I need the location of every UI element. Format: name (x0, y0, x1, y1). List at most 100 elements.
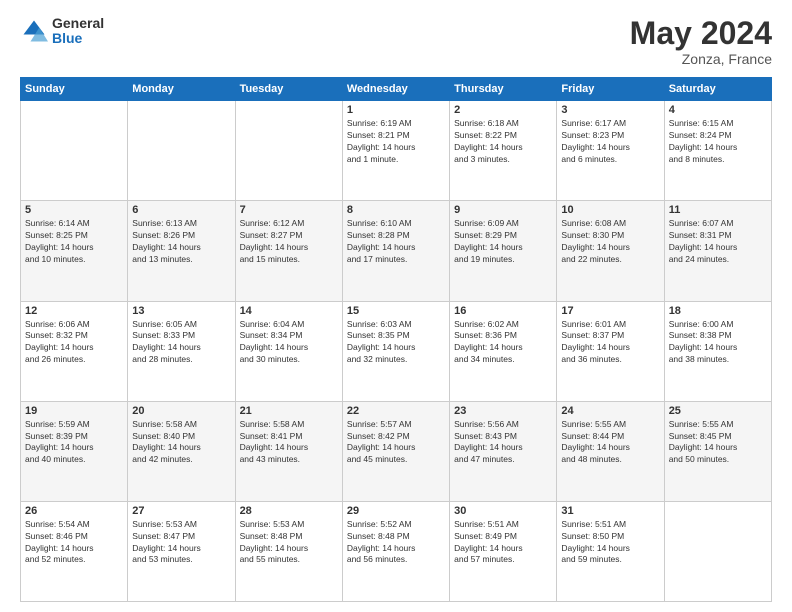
day-info: Sunrise: 6:09 AM Sunset: 8:29 PM Dayligh… (454, 218, 552, 266)
day-number: 16 (454, 305, 552, 317)
calendar-cell: 30 Sunrise: 5:51 AM Sunset: 8:49 PM Dayli… (450, 501, 557, 601)
page: General Blue May 2024 Zonza, France Sund… (0, 0, 792, 612)
calendar-cell: 11 Sunrise: 6:07 AM Sunset: 8:31 PM Dayli… (664, 201, 771, 301)
day-number: 21 (240, 405, 338, 417)
calendar-cell: 15 Sunrise: 6:03 AM Sunset: 8:35 PM Dayli… (342, 301, 449, 401)
day-info: Sunrise: 5:57 AM Sunset: 8:42 PM Dayligh… (347, 419, 445, 467)
day-number: 30 (454, 505, 552, 517)
calendar: SundayMondayTuesdayWednesdayThursdayFrid… (20, 77, 772, 602)
calendar-cell: 20 Sunrise: 5:58 AM Sunset: 8:40 PM Dayli… (128, 401, 235, 501)
day-info: Sunrise: 5:51 AM Sunset: 8:49 PM Dayligh… (454, 519, 552, 567)
day-number: 15 (347, 305, 445, 317)
calendar-header-saturday: Saturday (664, 78, 771, 101)
day-number: 18 (669, 305, 767, 317)
calendar-cell (235, 101, 342, 201)
day-info: Sunrise: 6:00 AM Sunset: 8:38 PM Dayligh… (669, 319, 767, 367)
calendar-cell: 10 Sunrise: 6:08 AM Sunset: 8:30 PM Dayli… (557, 201, 664, 301)
calendar-cell (664, 501, 771, 601)
logo-text: General Blue (52, 16, 104, 47)
day-number: 9 (454, 204, 552, 216)
calendar-header-wednesday: Wednesday (342, 78, 449, 101)
calendar-cell: 17 Sunrise: 6:01 AM Sunset: 8:37 PM Dayli… (557, 301, 664, 401)
calendar-cell: 6Sunrise: 6:13 AM Sunset: 8:26 PM Daylig… (128, 201, 235, 301)
calendar-cell: 4 Sunrise: 6:15 AM Sunset: 8:24 PM Daylig… (664, 101, 771, 201)
logo: General Blue (20, 16, 104, 47)
logo-icon (20, 17, 48, 45)
day-info: Sunrise: 6:18 AM Sunset: 8:22 PM Dayligh… (454, 118, 552, 166)
day-info: Sunrise: 6:06 AM Sunset: 8:32 PM Dayligh… (25, 319, 123, 367)
day-number: 22 (347, 405, 445, 417)
day-info: Sunrise: 6:03 AM Sunset: 8:35 PM Dayligh… (347, 319, 445, 367)
calendar-cell: 16 Sunrise: 6:02 AM Sunset: 8:36 PM Dayli… (450, 301, 557, 401)
day-number: 29 (347, 505, 445, 517)
calendar-cell: 2Sunrise: 6:18 AM Sunset: 8:22 PM Daylig… (450, 101, 557, 201)
day-info: Sunrise: 5:54 AM Sunset: 8:46 PM Dayligh… (25, 519, 123, 567)
day-info: Sunrise: 6:14 AM Sunset: 8:25 PM Dayligh… (25, 218, 123, 266)
day-info: Sunrise: 6:08 AM Sunset: 8:30 PM Dayligh… (561, 218, 659, 266)
month-year: May 2024 (630, 16, 772, 51)
calendar-cell: 18 Sunrise: 6:00 AM Sunset: 8:38 PM Dayli… (664, 301, 771, 401)
calendar-cell: 23Sunrise: 5:56 AM Sunset: 8:43 PM Dayli… (450, 401, 557, 501)
day-info: Sunrise: 5:53 AM Sunset: 8:47 PM Dayligh… (132, 519, 230, 567)
calendar-cell: 5 Sunrise: 6:14 AM Sunset: 8:25 PM Daylig… (21, 201, 128, 301)
calendar-cell: 21 Sunrise: 5:58 AM Sunset: 8:41 PM Dayli… (235, 401, 342, 501)
day-info: Sunrise: 5:55 AM Sunset: 8:44 PM Dayligh… (561, 419, 659, 467)
day-number: 8 (347, 204, 445, 216)
calendar-cell: 31Sunrise: 5:51 AM Sunset: 8:50 PM Dayli… (557, 501, 664, 601)
calendar-cell: 28Sunrise: 5:53 AM Sunset: 8:48 PM Dayli… (235, 501, 342, 601)
day-info: Sunrise: 6:05 AM Sunset: 8:33 PM Dayligh… (132, 319, 230, 367)
day-info: Sunrise: 6:07 AM Sunset: 8:31 PM Dayligh… (669, 218, 767, 266)
calendar-header-monday: Monday (128, 78, 235, 101)
calendar-cell: 14Sunrise: 6:04 AM Sunset: 8:34 PM Dayli… (235, 301, 342, 401)
calendar-cell: 29 Sunrise: 5:52 AM Sunset: 8:48 PM Dayli… (342, 501, 449, 601)
day-info: Sunrise: 5:51 AM Sunset: 8:50 PM Dayligh… (561, 519, 659, 567)
calendar-cell: 13 Sunrise: 6:05 AM Sunset: 8:33 PM Dayli… (128, 301, 235, 401)
day-info: Sunrise: 5:52 AM Sunset: 8:48 PM Dayligh… (347, 519, 445, 567)
day-number: 13 (132, 305, 230, 317)
day-info: Sunrise: 6:12 AM Sunset: 8:27 PM Dayligh… (240, 218, 338, 266)
calendar-cell: 22 Sunrise: 5:57 AM Sunset: 8:42 PM Dayli… (342, 401, 449, 501)
day-info: Sunrise: 5:55 AM Sunset: 8:45 PM Dayligh… (669, 419, 767, 467)
calendar-cell: 8 Sunrise: 6:10 AM Sunset: 8:28 PM Daylig… (342, 201, 449, 301)
logo-general: General (52, 16, 104, 31)
calendar-cell: 1Sunrise: 6:19 AM Sunset: 8:21 PM Daylig… (342, 101, 449, 201)
day-info: Sunrise: 5:59 AM Sunset: 8:39 PM Dayligh… (25, 419, 123, 467)
calendar-header-row: SundayMondayTuesdayWednesdayThursdayFrid… (21, 78, 772, 101)
day-info: Sunrise: 6:10 AM Sunset: 8:28 PM Dayligh… (347, 218, 445, 266)
day-number: 20 (132, 405, 230, 417)
day-number: 11 (669, 204, 767, 216)
calendar-week-row: 12Sunrise: 6:06 AM Sunset: 8:32 PM Dayli… (21, 301, 772, 401)
day-info: Sunrise: 6:01 AM Sunset: 8:37 PM Dayligh… (561, 319, 659, 367)
calendar-cell: 25 Sunrise: 5:55 AM Sunset: 8:45 PM Dayli… (664, 401, 771, 501)
day-number: 28 (240, 505, 338, 517)
day-info: Sunrise: 5:58 AM Sunset: 8:41 PM Dayligh… (240, 419, 338, 467)
calendar-cell: 19Sunrise: 5:59 AM Sunset: 8:39 PM Dayli… (21, 401, 128, 501)
calendar-week-row: 26Sunrise: 5:54 AM Sunset: 8:46 PM Dayli… (21, 501, 772, 601)
day-info: Sunrise: 5:58 AM Sunset: 8:40 PM Dayligh… (132, 419, 230, 467)
calendar-cell: 27Sunrise: 5:53 AM Sunset: 8:47 PM Dayli… (128, 501, 235, 601)
calendar-week-row: 5 Sunrise: 6:14 AM Sunset: 8:25 PM Daylig… (21, 201, 772, 301)
calendar-week-row: 1Sunrise: 6:19 AM Sunset: 8:21 PM Daylig… (21, 101, 772, 201)
day-number: 14 (240, 305, 338, 317)
day-number: 17 (561, 305, 659, 317)
day-number: 4 (669, 104, 767, 116)
header: General Blue May 2024 Zonza, France (20, 16, 772, 67)
day-number: 5 (25, 204, 123, 216)
day-number: 1 (347, 104, 445, 116)
day-number: 3 (561, 104, 659, 116)
day-number: 10 (561, 204, 659, 216)
calendar-cell: 12Sunrise: 6:06 AM Sunset: 8:32 PM Dayli… (21, 301, 128, 401)
calendar-cell: 3 Sunrise: 6:17 AM Sunset: 8:23 PM Daylig… (557, 101, 664, 201)
calendar-cell: 9 Sunrise: 6:09 AM Sunset: 8:29 PM Daylig… (450, 201, 557, 301)
day-info: Sunrise: 6:02 AM Sunset: 8:36 PM Dayligh… (454, 319, 552, 367)
calendar-cell: 7Sunrise: 6:12 AM Sunset: 8:27 PM Daylig… (235, 201, 342, 301)
day-number: 25 (669, 405, 767, 417)
day-number: 24 (561, 405, 659, 417)
calendar-header-thursday: Thursday (450, 78, 557, 101)
calendar-cell: 24 Sunrise: 5:55 AM Sunset: 8:44 PM Dayli… (557, 401, 664, 501)
day-info: Sunrise: 5:56 AM Sunset: 8:43 PM Dayligh… (454, 419, 552, 467)
day-info: Sunrise: 6:15 AM Sunset: 8:24 PM Dayligh… (669, 118, 767, 166)
day-info: Sunrise: 6:17 AM Sunset: 8:23 PM Dayligh… (561, 118, 659, 166)
calendar-week-row: 19Sunrise: 5:59 AM Sunset: 8:39 PM Dayli… (21, 401, 772, 501)
calendar-header-sunday: Sunday (21, 78, 128, 101)
